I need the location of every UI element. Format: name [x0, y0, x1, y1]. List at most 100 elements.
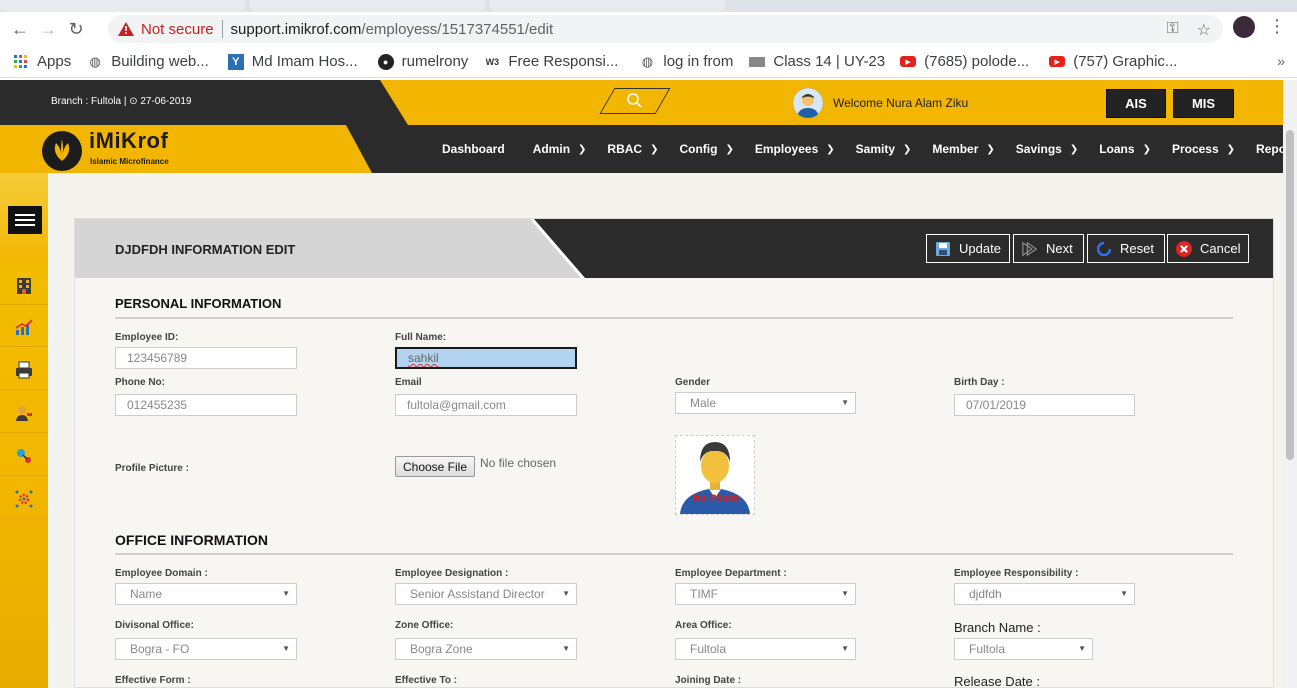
chevron-right-icon: ❯: [578, 143, 587, 155]
nav-dashboard[interactable]: Dashboard: [442, 142, 505, 156]
choose-file-button[interactable]: Choose File: [395, 456, 475, 477]
gear-network-icon[interactable]: [0, 479, 48, 519]
browser-tabstrip: [0, 0, 1297, 12]
hamburger-menu-icon[interactable]: [8, 206, 42, 234]
responsibility-value: djdfdh: [969, 587, 1002, 601]
logo-leaf-icon[interactable]: [42, 131, 82, 171]
cancel-label: Cancel: [1200, 241, 1241, 256]
joining-date-label: Joining Date :: [675, 675, 742, 686]
designation-value: Senior Assistand Director: [410, 587, 545, 601]
building-icon[interactable]: [0, 265, 48, 305]
next-button[interactable]: Next: [1013, 234, 1084, 263]
back-arrow-icon[interactable]: ←: [6, 15, 34, 43]
nav-samity[interactable]: Samity ❯: [856, 142, 912, 156]
nav-member[interactable]: Member ❯: [932, 142, 994, 156]
department-select[interactable]: TIMF ▼: [675, 583, 856, 605]
branch-select[interactable]: Fultola ▼: [954, 638, 1093, 660]
designation-select[interactable]: Senior Assistand Director ▼: [395, 583, 577, 605]
logo-name[interactable]: iMiKrof: [89, 128, 168, 154]
bookmark-item[interactable]: ◍ log in from: [639, 53, 734, 70]
nav-employees[interactable]: Employees ❯: [755, 142, 835, 156]
globe-icon: ◍: [89, 53, 101, 69]
zone-label: Zone Office:: [395, 620, 454, 631]
browser-tab[interactable]: [0, 0, 245, 12]
nav-loans[interactable]: Loans ❯: [1099, 142, 1151, 156]
phone-field[interactable]: 012455235: [115, 394, 297, 416]
zone-select[interactable]: Bogra Zone ▼: [395, 638, 577, 660]
address-bar[interactable]: Not secure support.imikrof.com/employess…: [108, 15, 1223, 43]
gender-select[interactable]: Male ▼: [675, 392, 856, 414]
scrollbar-thumb[interactable]: [1286, 130, 1294, 460]
nav-savings[interactable]: Savings ❯: [1016, 142, 1078, 156]
bookmark-item[interactable]: ▶ (7685) polode...: [900, 53, 1029, 70]
bookmark-item[interactable]: W3 Free Responsi...: [484, 53, 619, 70]
update-label: Update: [959, 241, 1001, 256]
user-key-icon[interactable]: [0, 393, 48, 433]
responsibility-label: Employee Responsibility :: [954, 568, 1079, 579]
gender-value: Male: [690, 396, 717, 410]
birthday-field[interactable]: 07/01/2019: [954, 394, 1135, 416]
key-icon[interactable]: ⚿: [1166, 20, 1178, 40]
user-avatar[interactable]: [793, 88, 823, 118]
bookmark-item[interactable]: ● rumelrony: [377, 53, 468, 70]
reset-label: Reset: [1120, 241, 1154, 256]
forward-arrow-icon[interactable]: →: [34, 15, 62, 43]
bookmarks-overflow-icon[interactable]: »: [1277, 53, 1285, 69]
ais-button[interactable]: AIS: [1106, 89, 1166, 118]
responsibility-select[interactable]: djdfdh ▼: [954, 583, 1135, 605]
browser-tab[interactable]: [490, 0, 725, 12]
area-select[interactable]: Fultola ▼: [675, 638, 856, 660]
select-arrow-icon: ▼: [282, 589, 290, 598]
bookmark-item[interactable]: ◍ Building web...: [87, 53, 209, 70]
nav-admin[interactable]: Admin ❯: [533, 142, 587, 156]
browser-toolbar: ← → ↻ Not secure support.imikrof.com/emp…: [0, 12, 1297, 46]
bookmark-y-icon: Y: [227, 53, 244, 70]
security-status[interactable]: Not secure: [141, 21, 214, 38]
chevron-right-icon: ❯: [1069, 143, 1079, 155]
edit-panel: [74, 218, 1274, 688]
settings-nodes-icon[interactable]: [0, 436, 48, 476]
employee-id-field[interactable]: 123456789: [115, 347, 297, 369]
bookmark-apps[interactable]: Apps: [13, 53, 71, 70]
mis-button[interactable]: MIS: [1173, 89, 1234, 118]
domain-select[interactable]: Name ▼: [115, 583, 297, 605]
chevron-right-icon: ❯: [903, 143, 912, 155]
printer-icon[interactable]: [0, 350, 48, 390]
file-status-text: No file chosen: [480, 456, 557, 470]
divisional-select[interactable]: Bogra - FO ▼: [115, 638, 297, 660]
nav-label: Config: [679, 142, 718, 156]
cancel-button[interactable]: Cancel: [1167, 234, 1249, 263]
effective-from-label: Effective Form :: [115, 675, 191, 686]
email-field[interactable]: fultola@gmail.com: [395, 394, 577, 416]
select-arrow-icon: ▼: [841, 644, 849, 653]
star-icon[interactable]: ☆: [1197, 20, 1211, 40]
divisional-label: Divisonal Office:: [115, 620, 194, 631]
full-name-field[interactable]: sahkil: [395, 347, 577, 369]
browser-tab[interactable]: [250, 0, 485, 12]
profile-avatar[interactable]: [1233, 16, 1255, 38]
reset-button[interactable]: Reset: [1087, 234, 1165, 263]
nav-label: RBAC: [607, 142, 643, 156]
update-button[interactable]: Update: [926, 234, 1010, 263]
nav-process[interactable]: Process ❯: [1172, 142, 1235, 156]
bookmark-label: Class 14 | UY-23: [773, 53, 886, 70]
chart-icon[interactable]: [0, 307, 48, 347]
search-icon[interactable]: [626, 92, 642, 108]
reload-icon[interactable]: ↻: [62, 15, 90, 43]
bookmark-label: Apps: [37, 53, 72, 70]
department-value: TIMF: [690, 587, 718, 601]
nav-config[interactable]: Config ❯: [679, 142, 733, 156]
next-label: Next: [1046, 241, 1073, 256]
release-date-label: Release Date :: [954, 674, 1040, 688]
url-path[interactable]: /employess/1517374551/edit: [361, 21, 553, 38]
bookmark-item[interactable]: ▶ (757) Graphic...: [1049, 53, 1177, 70]
bookmark-label: (7685) polode...: [924, 53, 1030, 70]
url-host[interactable]: support.imikrof.com: [231, 21, 362, 38]
nav-rbac[interactable]: RBAC ❯: [607, 142, 658, 156]
bookmark-item[interactable]: Y Md Imam Hos...: [227, 53, 358, 70]
browser-menu-icon[interactable]: ⋮: [1268, 17, 1286, 35]
select-arrow-icon: ▼: [1120, 589, 1128, 598]
bookmark-item[interactable]: Class 14 | UY-23: [749, 53, 885, 70]
main-menu: Dashboard Admin ❯ RBAC ❯ Config ❯ Employees…: [442, 125, 1297, 173]
w3schools-icon: W3: [485, 56, 500, 67]
